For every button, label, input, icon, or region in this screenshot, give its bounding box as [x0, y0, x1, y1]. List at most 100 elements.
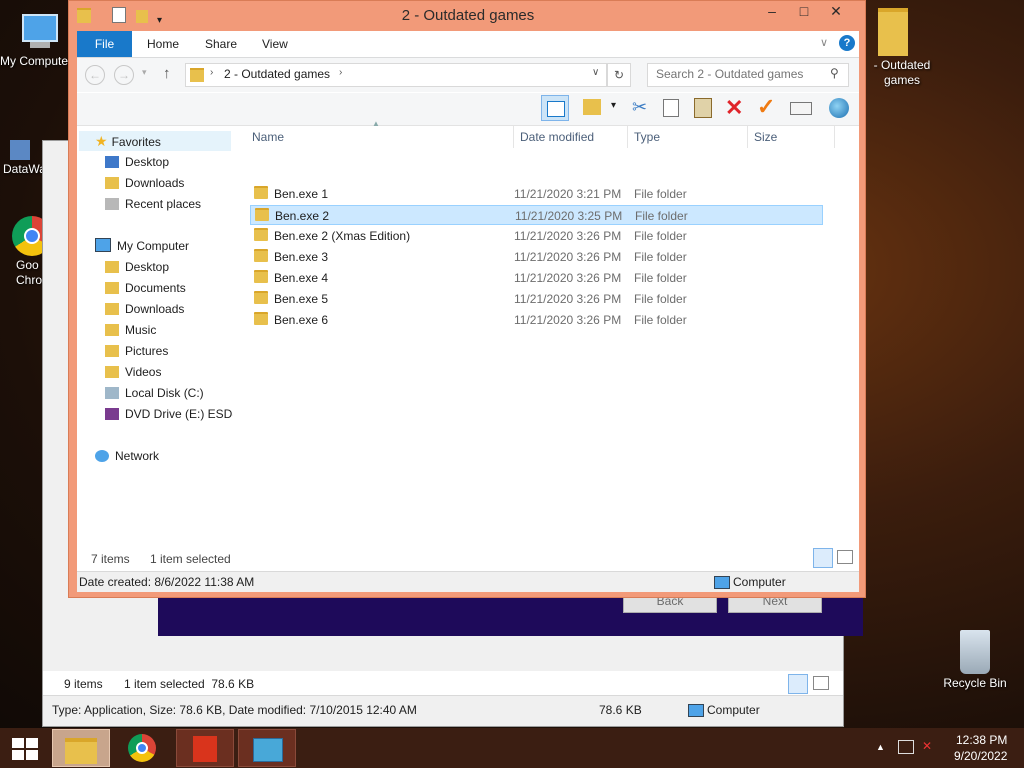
properties-icon[interactable]	[790, 102, 812, 115]
taskbar-chrome[interactable]	[114, 729, 172, 767]
app-icon	[193, 736, 217, 762]
start-button[interactable]	[0, 729, 50, 767]
details-location: Computer	[733, 575, 786, 589]
nav-dvd-drive[interactable]: DVD Drive (E:) ESD-IS	[105, 404, 233, 424]
nav-label: Desktop	[125, 260, 170, 274]
desktop-icon-label: My Computer	[0, 54, 68, 68]
taskbar-app[interactable]	[176, 729, 234, 767]
details-view-icon[interactable]	[788, 674, 808, 694]
downloads-icon	[105, 177, 119, 189]
folder-icon	[255, 208, 269, 221]
chevron-down-icon[interactable]: ∨	[820, 36, 828, 49]
recent-locations-icon[interactable]: ▾	[142, 67, 147, 78]
file-row[interactable]: Ben.exe 3 11/21/2020 3:26 PM File folder	[250, 247, 823, 267]
back-arrow-icon[interactable]: ←	[85, 65, 105, 85]
network-status-icon[interactable]	[898, 740, 914, 754]
explorer-window: ▾ 2 - Outdated games – □ ✕ File Home Sha…	[68, 0, 866, 598]
details-location: Computer	[707, 703, 760, 717]
large-icons-view-icon[interactable]	[837, 550, 853, 564]
items-count: 9 items	[64, 677, 103, 691]
nav-downloads[interactable]: Downloads	[105, 299, 184, 319]
desktop-icon	[105, 261, 119, 273]
file-row[interactable]: Ben.exe 6 11/21/2020 3:26 PM File folder	[250, 310, 823, 330]
tab-view[interactable]: View	[262, 31, 288, 57]
music-icon	[105, 324, 119, 336]
chevron-down-icon[interactable]: ∨	[592, 67, 599, 78]
folder-icon	[254, 186, 268, 199]
nav-favorites[interactable]: ★ Favorites	[79, 131, 231, 151]
file-date: 11/21/2020 3:26 PM	[514, 292, 622, 306]
nav-label: Documents	[125, 281, 186, 295]
taskbar-installer[interactable]	[238, 729, 296, 767]
file-row[interactable]: Ben.exe 5 11/21/2020 3:26 PM File folder	[250, 289, 823, 309]
large-icons-view-icon[interactable]	[813, 676, 829, 690]
column-header-size[interactable]: Size	[747, 126, 835, 148]
clock-time[interactable]: 12:38 PM	[956, 733, 1007, 747]
file-date: 11/21/2020 3:26 PM	[514, 229, 622, 243]
file-row-selected[interactable]: Ben.exe 2 11/21/2020 3:25 PM File folder	[250, 205, 823, 225]
minimize-button[interactable]: –	[757, 1, 787, 23]
column-header-name[interactable]: Name	[252, 126, 284, 148]
nav-label: Downloads	[125, 176, 185, 190]
nav-music[interactable]: Music	[105, 320, 156, 340]
nav-documents[interactable]: Documents	[105, 278, 186, 298]
nav-fav-desktop[interactable]: Desktop	[105, 152, 169, 172]
file-date: 11/21/2020 3:21 PM	[514, 187, 622, 201]
help-icon[interactable]: ?	[839, 35, 855, 51]
globe-icon[interactable]	[829, 98, 849, 118]
maximize-button[interactable]: □	[789, 1, 819, 23]
tab-file[interactable]: File	[77, 31, 132, 57]
details-size: 78.6 KB	[599, 703, 642, 717]
nav-network[interactable]: Network	[95, 446, 159, 466]
file-date: 11/21/2020 3:26 PM	[514, 271, 622, 285]
rename-icon[interactable]: ✓	[757, 94, 775, 120]
volume-muted-icon[interactable]: ✕	[922, 739, 932, 753]
navigation-pane: ★ Favorites Desktop Downloads Recent plac…	[77, 126, 237, 546]
file-row[interactable]: Ben.exe 1 11/21/2020 3:21 PM File folder	[250, 184, 823, 204]
desktop-icon-label: Recycle Bin	[943, 676, 1007, 690]
nav-videos[interactable]: Videos	[105, 362, 161, 382]
column-header-type[interactable]: Type	[627, 126, 660, 148]
nav-fav-recent[interactable]: Recent places	[105, 194, 201, 214]
forward-arrow-icon[interactable]: →	[114, 65, 134, 85]
file-row[interactable]: Ben.exe 2 (Xmas Edition) 11/21/2020 3:26 …	[250, 226, 823, 246]
nav-fav-downloads[interactable]: Downloads	[105, 173, 184, 193]
sort-up-icon: ▲	[372, 119, 380, 128]
up-arrow-icon[interactable]: ↑	[163, 65, 171, 82]
column-header-date[interactable]: Date modified	[513, 126, 594, 148]
nav-my-computer[interactable]: My Computer	[95, 236, 189, 256]
refresh-button[interactable]: ↻	[607, 63, 631, 87]
file-row[interactable]: Ben.exe 4 11/21/2020 3:26 PM File folder	[250, 268, 823, 288]
tray-chevron-icon[interactable]: ▲	[876, 742, 885, 752]
preview-pane-icon[interactable]	[541, 95, 569, 121]
tab-share[interactable]: Share	[205, 31, 237, 57]
desktop-icon-recycle-bin[interactable]: Recycle Bin	[937, 630, 1013, 691]
delete-icon[interactable]: ✕	[725, 95, 743, 121]
computer-icon	[16, 8, 60, 52]
desktop-icon	[105, 156, 119, 168]
search-input[interactable]	[654, 66, 826, 82]
close-button[interactable]: ✕	[821, 1, 851, 23]
desktop-icon-outdated-games[interactable]: - Outdated games	[862, 8, 942, 88]
paste-icon[interactable]	[694, 98, 712, 118]
search-box[interactable]: ⚲	[647, 63, 849, 87]
select-icon[interactable]	[583, 99, 601, 115]
nav-desktop[interactable]: Desktop	[105, 257, 169, 277]
tab-home[interactable]: Home	[147, 31, 179, 57]
file-name: Ben.exe 3	[274, 250, 329, 264]
chevron-right-icon: ›	[339, 67, 343, 78]
clock-date[interactable]: 9/20/2022	[954, 749, 1007, 763]
address-bar[interactable]: › 2 - Outdated games › ∨	[185, 63, 607, 87]
file-type: File folder	[634, 271, 687, 285]
taskbar-file-explorer[interactable]	[52, 729, 110, 767]
desktop-icon-my-computer[interactable]: My Computer	[0, 8, 76, 69]
nav-pictures[interactable]: Pictures	[105, 341, 168, 361]
breadcrumb[interactable]: 2 - Outdated games	[224, 67, 330, 81]
nav-local-disk[interactable]: Local Disk (C:)	[105, 383, 204, 403]
folder-icon	[254, 228, 268, 241]
details-view-icon[interactable]	[813, 548, 833, 568]
copy-icon[interactable]	[663, 99, 679, 117]
chevron-down-icon[interactable]: ▾	[611, 100, 616, 111]
cut-icon[interactable]: ✂	[632, 97, 647, 118]
installer-icon	[253, 738, 283, 762]
